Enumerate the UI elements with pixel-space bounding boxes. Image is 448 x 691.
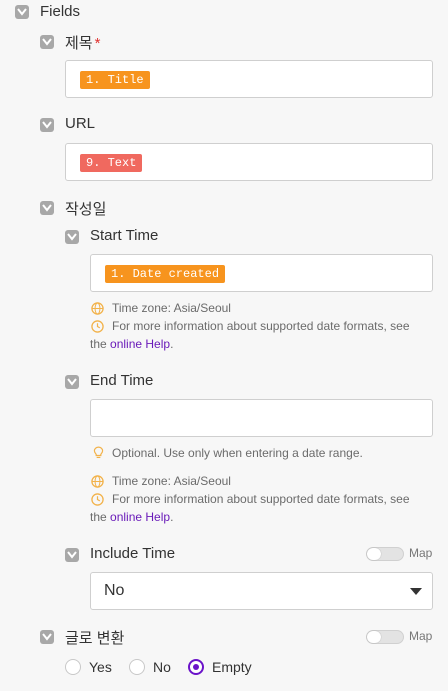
- include-time-map-label: Map: [409, 546, 433, 560]
- end-time-label: End Time: [90, 372, 154, 389]
- caret-down-icon: [410, 588, 422, 595]
- start-time-token[interactable]: 1. Date created: [105, 265, 226, 283]
- to-text-map-switch[interactable]: [366, 630, 404, 644]
- chevron-down-icon: [42, 204, 52, 212]
- switch-knob: [367, 548, 381, 560]
- date-field-label: 작성일: [65, 201, 107, 218]
- online-help-link[interactable]: online Help: [110, 510, 170, 524]
- radio-no-label: No: [153, 659, 171, 675]
- radio-no[interactable]: [129, 659, 145, 675]
- chevron-down-icon: [67, 551, 77, 559]
- end-time-info-hint: For more information about supported dat…: [112, 492, 410, 506]
- include-time-selected-value: No: [104, 582, 125, 599]
- globe-icon: [91, 475, 104, 488]
- start-time-info-hint: For more information about supported dat…: [112, 319, 410, 333]
- lightbulb-icon: [93, 446, 104, 459]
- globe-icon: [91, 302, 104, 315]
- end-time-optional-hint: Optional. Use only when entering a date …: [112, 446, 363, 460]
- to-text-map-label: Map: [409, 629, 433, 643]
- online-help-link[interactable]: online Help: [110, 337, 170, 351]
- url-field-input[interactable]: 9. Text: [65, 143, 433, 181]
- end-time-timezone-hint: Time zone: Asia/Seoul: [112, 474, 231, 488]
- start-time-label: Start Time: [90, 227, 159, 244]
- date-field-toggle[interactable]: [40, 201, 54, 215]
- start-time-input[interactable]: 1. Date created: [90, 254, 433, 292]
- start-time-timezone-hint: Time zone: Asia/Seoul: [112, 301, 231, 315]
- chevron-down-icon: [42, 38, 52, 46]
- include-time-label: Include Time: [90, 545, 176, 562]
- end-time-toggle[interactable]: [65, 375, 79, 389]
- title-field-input[interactable]: 1. Title: [65, 60, 433, 98]
- url-field-label: URL: [65, 115, 96, 132]
- url-field-toggle[interactable]: [40, 118, 54, 132]
- end-time-info-line2: the online Help.: [90, 510, 174, 524]
- radio-empty[interactable]: [188, 659, 204, 675]
- chevron-down-icon: [67, 378, 77, 386]
- end-time-input[interactable]: [90, 399, 433, 437]
- title-field-label: 제목 *: [65, 35, 101, 52]
- to-text-field-toggle[interactable]: [40, 630, 54, 644]
- title-field-toggle[interactable]: [40, 35, 54, 49]
- clock-icon: [91, 493, 104, 506]
- radio-yes[interactable]: [65, 659, 81, 675]
- radio-empty-label: Empty: [212, 659, 252, 675]
- fields-section-label: Fields: [40, 3, 81, 20]
- include-time-select[interactable]: No: [90, 572, 433, 610]
- chevron-down-icon: [67, 233, 77, 241]
- clock-icon: [91, 320, 104, 333]
- chevron-down-icon: [42, 121, 52, 129]
- to-text-field-label: 글로 변환: [65, 630, 125, 647]
- include-time-map-switch[interactable]: [366, 547, 404, 561]
- chevron-down-icon: [42, 633, 52, 641]
- radio-yes-label: Yes: [89, 659, 112, 675]
- switch-knob: [367, 631, 381, 643]
- url-token[interactable]: 9. Text: [80, 154, 143, 172]
- chevron-down-icon: [17, 8, 27, 16]
- start-time-info-line2: the online Help.: [90, 337, 174, 351]
- include-time-toggle[interactable]: [65, 548, 79, 562]
- title-token[interactable]: 1. Title: [80, 71, 150, 89]
- required-marker: *: [94, 35, 101, 52]
- start-time-toggle[interactable]: [65, 230, 79, 244]
- fields-collapse-toggle[interactable]: [15, 5, 29, 19]
